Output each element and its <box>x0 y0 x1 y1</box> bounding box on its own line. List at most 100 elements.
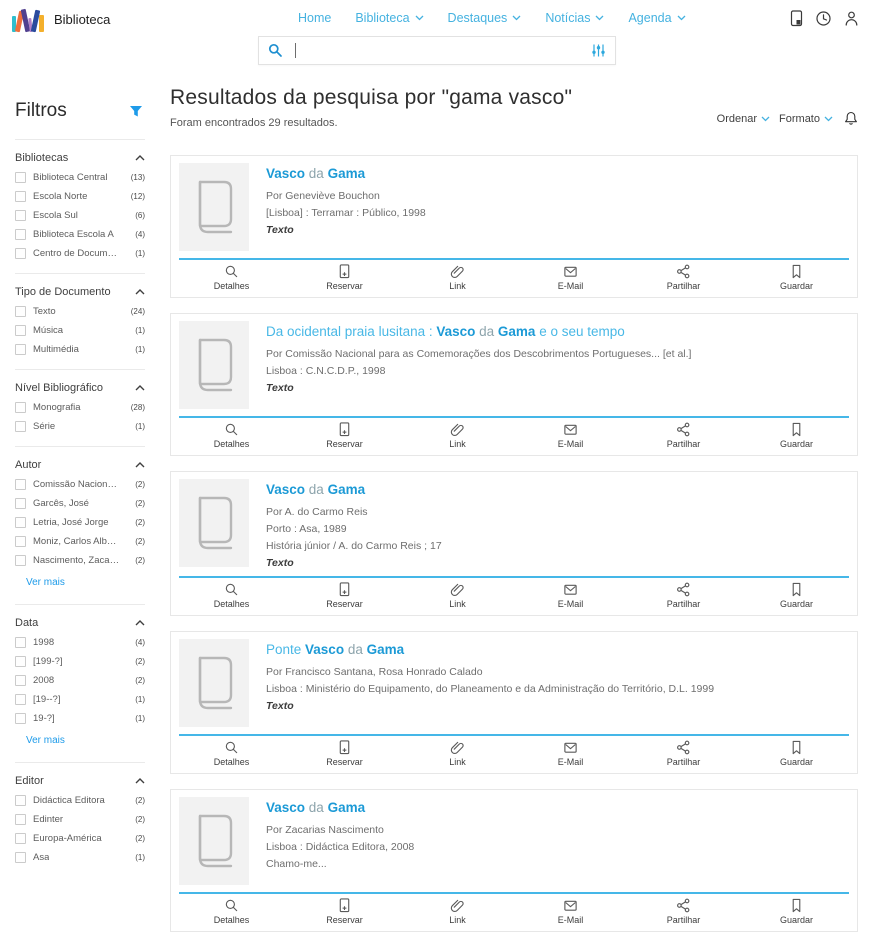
checkbox[interactable] <box>15 713 26 724</box>
filter-option[interactable]: 1998 (4) <box>15 637 145 648</box>
action-detalhes[interactable]: Detalhes <box>175 422 288 449</box>
chevron-up-icon[interactable] <box>135 289 145 295</box>
checkbox[interactable] <box>15 210 26 221</box>
checkbox[interactable] <box>15 833 26 844</box>
nav-item-agenda[interactable]: Agenda <box>628 11 685 25</box>
brand-name[interactable]: Biblioteca <box>54 12 110 27</box>
filter-option[interactable]: 19-?] (1) <box>15 713 145 724</box>
action-reservar[interactable]: Reservar <box>288 264 401 291</box>
checkbox[interactable] <box>15 656 26 667</box>
checkbox[interactable] <box>15 852 26 863</box>
account-icon[interactable] <box>843 10 860 27</box>
checkbox[interactable] <box>15 172 26 183</box>
checkbox[interactable] <box>15 637 26 648</box>
filter-option[interactable]: Multimédia (1) <box>15 344 145 355</box>
action-partilhar[interactable]: Partilhar <box>627 582 740 609</box>
filter-option[interactable]: [199-?] (2) <box>15 656 145 667</box>
result-title[interactable]: Vasco da Gama <box>266 800 414 815</box>
checkbox[interactable] <box>15 191 26 202</box>
search-bar[interactable] <box>258 36 616 65</box>
search-icon[interactable] <box>268 43 283 58</box>
result-title[interactable]: Ponte Vasco da Gama <box>266 642 714 657</box>
action-partilhar[interactable]: Partilhar <box>627 422 740 449</box>
checkbox[interactable] <box>15 498 26 509</box>
action-email[interactable]: E-Mail <box>514 582 627 609</box>
filter-option[interactable]: Asa (1) <box>15 852 145 863</box>
checkbox[interactable] <box>15 248 26 259</box>
result-title[interactable]: Da ocidental praia lusitana : Vasco da G… <box>266 324 691 339</box>
action-detalhes[interactable]: Detalhes <box>175 898 288 925</box>
result-title[interactable]: Vasco da Gama <box>266 166 426 181</box>
filter-option[interactable]: Biblioteca Escola A (4) <box>15 229 145 240</box>
action-email[interactable]: E-Mail <box>514 422 627 449</box>
action-email[interactable]: E-Mail <box>514 740 627 767</box>
nav-item-home[interactable]: Home <box>298 11 331 25</box>
formato-dropdown[interactable]: Formato <box>779 113 833 125</box>
filter-option[interactable]: Texto (24) <box>15 306 145 317</box>
checkbox[interactable] <box>15 344 26 355</box>
filter-option[interactable]: 2008 (2) <box>15 675 145 686</box>
filter-option[interactable]: Centro de Documentação (1) <box>15 248 145 259</box>
checkbox[interactable] <box>15 402 26 413</box>
action-link[interactable]: Link <box>401 264 514 291</box>
action-reservar[interactable]: Reservar <box>288 422 401 449</box>
checkbox[interactable] <box>15 555 26 566</box>
action-link[interactable]: Link <box>401 740 514 767</box>
filter-option[interactable]: Comissão Nacional para a... (2) <box>15 479 145 490</box>
filter-section-header[interactable]: Editor <box>15 775 145 787</box>
action-guardar[interactable]: Guardar <box>740 264 853 291</box>
chevron-up-icon[interactable] <box>135 620 145 626</box>
book-thumbnail[interactable] <box>179 639 249 727</box>
action-reservar[interactable]: Reservar <box>288 740 401 767</box>
filter-option[interactable]: Moniz, Carlos Alberto (2) <box>15 536 145 547</box>
filter-option[interactable]: Biblioteca Central (13) <box>15 172 145 183</box>
action-guardar[interactable]: Guardar <box>740 422 853 449</box>
action-guardar[interactable]: Guardar <box>740 898 853 925</box>
action-partilhar[interactable]: Partilhar <box>627 740 740 767</box>
filter-option[interactable]: Didáctica Editora (2) <box>15 795 145 806</box>
chevron-up-icon[interactable] <box>135 385 145 391</box>
tablet-icon[interactable] <box>789 10 804 27</box>
history-icon[interactable] <box>815 10 832 27</box>
filter-option[interactable]: Garcês, José (2) <box>15 498 145 509</box>
checkbox[interactable] <box>15 325 26 336</box>
book-thumbnail[interactable] <box>179 479 249 567</box>
checkbox[interactable] <box>15 229 26 240</box>
filter-funnel-icon[interactable] <box>129 105 143 118</box>
nav-item-notícias[interactable]: Notícias <box>545 11 604 25</box>
ver-mais-link[interactable]: Ver mais <box>26 577 65 588</box>
logo-books-icon[interactable] <box>12 6 44 32</box>
filter-option[interactable]: Escola Norte (12) <box>15 191 145 202</box>
action-guardar[interactable]: Guardar <box>740 582 853 609</box>
action-partilhar[interactable]: Partilhar <box>627 898 740 925</box>
action-partilhar[interactable]: Partilhar <box>627 264 740 291</box>
nav-item-destaques[interactable]: Destaques <box>448 11 522 25</box>
checkbox[interactable] <box>15 517 26 528</box>
action-guardar[interactable]: Guardar <box>740 740 853 767</box>
result-title[interactable]: Vasco da Gama <box>266 482 442 497</box>
filter-option[interactable]: Série (1) <box>15 421 145 432</box>
checkbox[interactable] <box>15 479 26 490</box>
filter-option[interactable]: Escola Sul (6) <box>15 210 145 221</box>
checkbox[interactable] <box>15 306 26 317</box>
filter-option[interactable]: [19--?] (1) <box>15 694 145 705</box>
checkbox[interactable] <box>15 814 26 825</box>
ver-mais-link[interactable]: Ver mais <box>26 735 65 746</box>
chevron-up-icon[interactable] <box>135 155 145 161</box>
nav-item-biblioteca[interactable]: Biblioteca <box>355 11 423 25</box>
ordenar-dropdown[interactable]: Ordenar <box>717 113 770 125</box>
filter-option[interactable]: Letria, José Jorge (2) <box>15 517 145 528</box>
checkbox[interactable] <box>15 421 26 432</box>
book-thumbnail[interactable] <box>179 321 249 409</box>
action-detalhes[interactable]: Detalhes <box>175 264 288 291</box>
action-detalhes[interactable]: Detalhes <box>175 740 288 767</box>
checkbox[interactable] <box>15 536 26 547</box>
checkbox[interactable] <box>15 795 26 806</box>
action-detalhes[interactable]: Detalhes <box>175 582 288 609</box>
action-reservar[interactable]: Reservar <box>288 898 401 925</box>
action-link[interactable]: Link <box>401 898 514 925</box>
book-thumbnail[interactable] <box>179 797 249 885</box>
filter-section-header[interactable]: Autor <box>15 459 145 471</box>
notifications-bell-icon[interactable] <box>844 111 858 126</box>
action-email[interactable]: E-Mail <box>514 898 627 925</box>
